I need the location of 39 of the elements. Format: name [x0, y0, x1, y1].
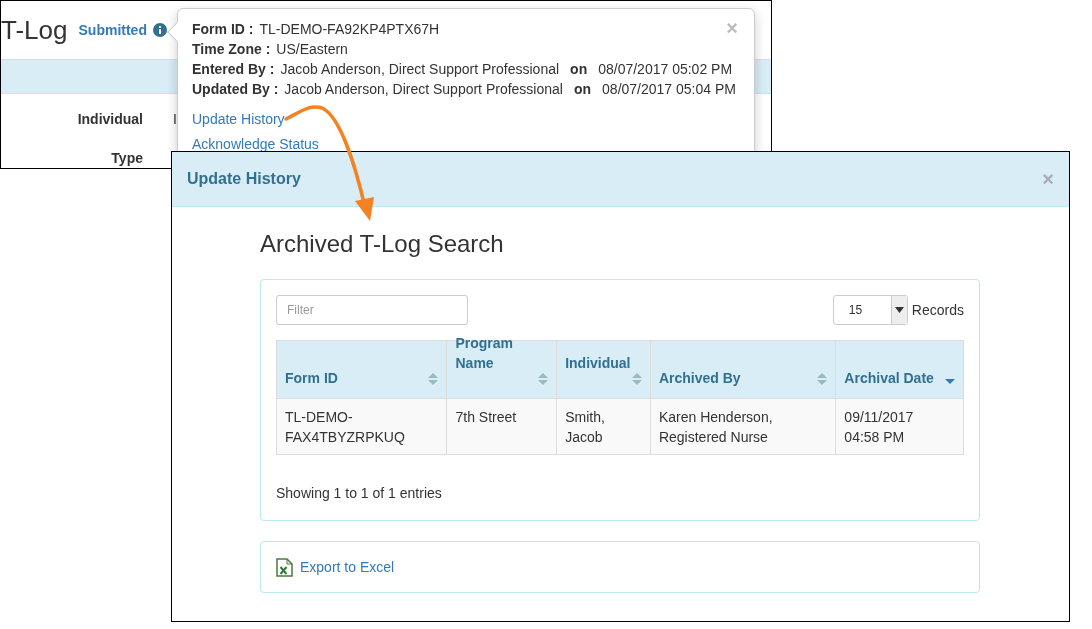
info-icon[interactable]: [152, 23, 167, 37]
detail-label: Updated By :: [192, 79, 279, 99]
page-title: T-Log: [1, 17, 68, 43]
sort-icon[interactable]: [817, 373, 828, 385]
table-cell-text: TL-DEMO-FAX4TBYZRPKUQ: [284, 408, 406, 447]
status-label: Submitted: [78, 20, 147, 40]
table-cell: 09/11/2017 04:58 PM: [835, 399, 963, 454]
field-label: Individual: [76, 110, 143, 129]
detail-label: on: [570, 59, 588, 79]
table-cell: Karen Henderson, Registered Nurse: [649, 399, 836, 454]
page-heading: Archived T-Log Search: [260, 229, 505, 259]
caret-icon: [894, 307, 904, 313]
detail-date: 08/07/2017 05:04 PM: [602, 79, 736, 99]
sort-icon[interactable]: [538, 373, 549, 385]
popover-link[interactable]: Acknowledge Status: [192, 135, 319, 154]
detail-date: 08/07/2017 05:02 PM: [598, 59, 733, 79]
excel-file-icon: [276, 557, 293, 577]
export-link[interactable]: Export to Excel: [276, 556, 395, 578]
detail-label: Form ID :: [192, 19, 254, 39]
table-cell: Smith, Jacob: [556, 399, 650, 454]
field-label: Type: [110, 149, 143, 168]
sort-icon[interactable]: [631, 373, 642, 385]
popover-link[interactable]: Update History: [192, 110, 285, 129]
detail-value: TL-DEMO-FA92KP4PTX67H: [259, 19, 440, 39]
detail-label: Time Zone :: [192, 39, 271, 59]
column-header[interactable]: Form ID: [277, 341, 447, 398]
detail-value: Jacob Anderson, Direct Support Professional: [284, 79, 563, 99]
field-value: I: [173, 110, 177, 129]
records-label: Records: [911, 300, 964, 320]
detail-label: Entered By :: [192, 59, 275, 79]
table-cell: 7th Street: [446, 399, 557, 454]
dialog-title: Update History: [187, 169, 301, 189]
entries-info: Showing 1 to 1 of 1 entries: [276, 484, 442, 503]
filter-field[interactable]: Filter: [276, 295, 468, 325]
page-size-select[interactable]: 15: [832, 295, 908, 325]
detail-value: Jacob Anderson, Direct Support Professional: [280, 59, 560, 79]
detail-label: on: [573, 79, 592, 99]
detail-value: US/Eastern: [276, 39, 348, 59]
sort-icon[interactable]: [428, 373, 439, 385]
